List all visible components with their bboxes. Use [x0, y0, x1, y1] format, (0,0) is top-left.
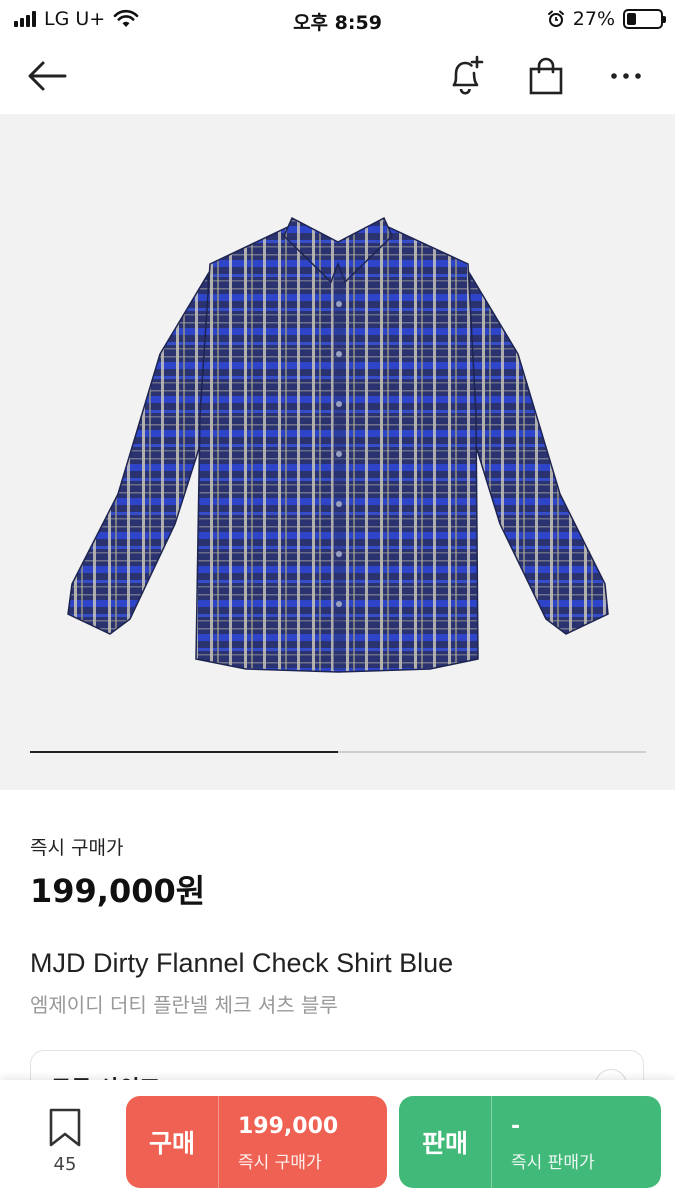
back-button[interactable] [22, 54, 72, 98]
more-button[interactable] [604, 54, 648, 98]
divider [218, 1096, 219, 1188]
product-name-en: MJD Dirty Flannel Check Shirt Blue [30, 948, 454, 978]
product-image [67, 216, 609, 673]
shopping-bag-button[interactable] [524, 54, 568, 98]
carousel-progress-fill [30, 751, 338, 753]
sell-button-label: 판매 [421, 1129, 468, 1158]
notification-button[interactable] [444, 52, 488, 98]
sell-price: - [511, 1114, 521, 1139]
wishlist-button[interactable]: 45 [30, 1108, 100, 1175]
bookmark-icon [49, 1108, 81, 1147]
buy-button-label: 구매 [148, 1129, 195, 1158]
shopping-bag-icon [529, 57, 563, 95]
alarm-icon [547, 10, 564, 27]
price-value: 199,000원 [30, 872, 206, 910]
divider [491, 1096, 492, 1188]
buy-price: 199,000 [238, 1114, 339, 1139]
buy-price-label: 즉시 구매가 [238, 1153, 322, 1173]
product-name-kr: 엠제이디 더티 플란넬 체크 셔츠 블루 [30, 993, 338, 1017]
carousel-progress [30, 751, 646, 753]
status-bar: LG U+ 오후 8:59 27% [0, 0, 675, 40]
more-dots-icon [611, 73, 641, 79]
bottom-action-bar: 45 구매 199,000 즉시 구매가 판매 - 즉시 판매가 [0, 1080, 675, 1200]
price-label: 즉시 구매가 [30, 837, 124, 859]
product-image-carousel[interactable] [0, 114, 675, 790]
bell-plus-icon [452, 55, 484, 95]
sell-button[interactable]: 판매 - 즉시 판매가 [399, 1096, 661, 1188]
battery-percent: 27% [572, 8, 615, 30]
sell-price-label: 즉시 판매가 [511, 1153, 595, 1173]
arrow-left-icon [28, 61, 67, 91]
wishlist-count: 45 [53, 1154, 77, 1175]
top-nav [0, 40, 675, 114]
buy-button[interactable]: 구매 199,000 즉시 구매가 [126, 1096, 387, 1188]
battery-icon [623, 9, 666, 29]
